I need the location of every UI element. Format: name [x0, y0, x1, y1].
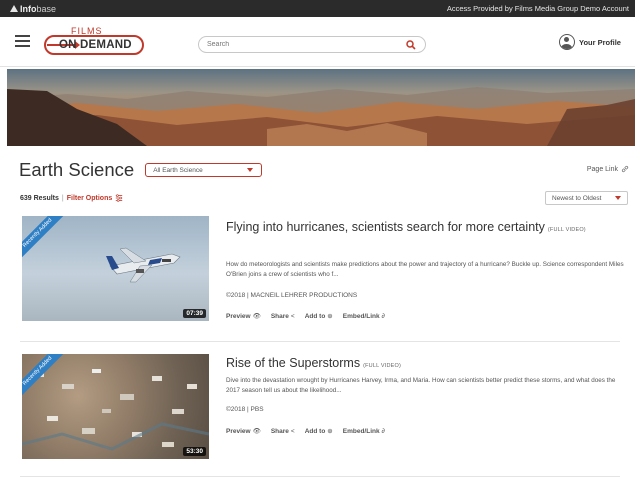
plus-circle-icon: ⊕ [327, 428, 333, 435]
preview-label: Preview [226, 312, 251, 320]
add-to-button[interactable]: Add to ⊕ [304, 312, 333, 321]
video-thumbnail[interactable]: Recently Added 53:30 [22, 354, 209, 459]
full-video-tag: (FULL VIDEO) [363, 363, 402, 369]
embed-link-label: Embed/Link [342, 427, 380, 435]
search-icon[interactable] [406, 40, 416, 50]
video-duration: 53:30 [183, 447, 206, 456]
add-to-label: Add to [304, 427, 326, 435]
top-bar: Info base Access Provided by Films Media … [0, 0, 635, 17]
share-button[interactable]: Share < [271, 312, 295, 320]
result-description: How do meteorologists and scientists mak… [226, 261, 624, 278]
filter-icon[interactable] [115, 194, 123, 202]
search-box [198, 36, 426, 53]
site-header: FILMS ON DEMAND Your Profile [0, 17, 635, 67]
flooded-town-image [22, 369, 209, 451]
airplane-image [106, 247, 181, 283]
chevron-down-icon [247, 168, 254, 172]
share-icon: < [290, 312, 295, 320]
share-label: Share [270, 427, 289, 435]
share-label: Share [270, 312, 289, 320]
eye-icon: 👁 [252, 428, 261, 435]
link-icon [621, 165, 629, 173]
access-provided-text: Access Provided by Films Media Group Dem… [446, 4, 629, 13]
brand-light: base [36, 3, 57, 14]
link-icon: ∂ [381, 312, 385, 320]
result-actions: Preview 👁 Share < Add to ⊕ Embed/Link ∂ [226, 312, 395, 321]
hero-banner-image [7, 69, 635, 146]
full-video-tag: (FULL VIDEO) [547, 227, 586, 233]
preview-button[interactable]: Preview 👁 [226, 312, 261, 321]
sort-select[interactable]: Newest to Oldest [545, 191, 628, 205]
results-bar: 639 Results | Filter Options [20, 194, 123, 202]
page-link-button[interactable]: Page Link [587, 165, 629, 173]
results-count: 639 Results [20, 194, 59, 202]
title-row: Earth Science All Earth Science [19, 158, 263, 182]
add-to-label: Add to [304, 312, 326, 320]
divider [20, 341, 620, 342]
embed-link-label: Embed/Link [342, 312, 380, 320]
result-actions: Preview 👁 Share < Add to ⊕ Embed/Link ∂ [226, 427, 395, 436]
result-title-text: Flying into hurricanes, scientists searc… [226, 220, 545, 234]
result-title-text: Rise of the Superstorms [226, 356, 361, 370]
result-meta: ©2018 | PBS [226, 406, 264, 413]
profile-button[interactable]: Your Profile [559, 34, 621, 50]
share-icon: < [290, 427, 295, 435]
category-select-value: All Earth Science [153, 166, 203, 174]
result-title[interactable]: Rise of the Superstorms (FULL VIDEO) [226, 356, 401, 370]
embed-link-button[interactable]: Embed/Link ∂ [343, 427, 385, 435]
menu-icon[interactable] [15, 35, 30, 47]
result-card: Recently Added 07:39 Flying into hurrica… [0, 216, 635, 338]
result-title[interactable]: Flying into hurricanes, scientists searc… [226, 220, 586, 234]
preview-button[interactable]: Preview 👁 [226, 427, 261, 436]
result-meta: ©2018 | MACNEIL LEHRER PRODUCTIONS [226, 292, 358, 299]
films-on-demand-logo[interactable]: FILMS ON DEMAND [44, 26, 144, 58]
search-input[interactable] [207, 39, 397, 50]
results-separator: | [61, 194, 64, 202]
infobase-logo[interactable]: Info base [10, 4, 56, 14]
logo-ondemand-text: ON DEMAND [59, 39, 132, 51]
plus-circle-icon: ⊕ [327, 313, 333, 320]
divider [20, 476, 620, 477]
video-thumbnail[interactable]: Recently Added 07:39 [22, 216, 209, 321]
video-duration: 07:39 [183, 309, 206, 318]
eye-icon: 👁 [252, 313, 261, 320]
infobase-logo-icon [10, 5, 18, 12]
profile-label: Your Profile [579, 37, 621, 47]
sort-select-value: Newest to Oldest [552, 194, 602, 202]
link-icon: ∂ [381, 427, 385, 435]
share-button[interactable]: Share < [271, 427, 295, 435]
page-title: Earth Science [19, 159, 135, 180]
result-description: Dive into the devastation wrought by Hur… [226, 377, 616, 394]
filter-options-button[interactable]: Filter Options [67, 195, 113, 202]
embed-link-button[interactable]: Embed/Link ∂ [343, 312, 385, 320]
category-select[interactable]: All Earth Science [145, 163, 263, 177]
page-link-label: Page Link [586, 165, 618, 173]
chevron-down-icon [615, 196, 621, 200]
preview-label: Preview [226, 427, 251, 435]
add-to-button[interactable]: Add to ⊕ [304, 427, 333, 436]
user-avatar-icon [559, 34, 575, 50]
result-card: Recently Added 53:30 Rise of the Superst… [0, 354, 635, 464]
brand-strong: Info [20, 3, 37, 14]
